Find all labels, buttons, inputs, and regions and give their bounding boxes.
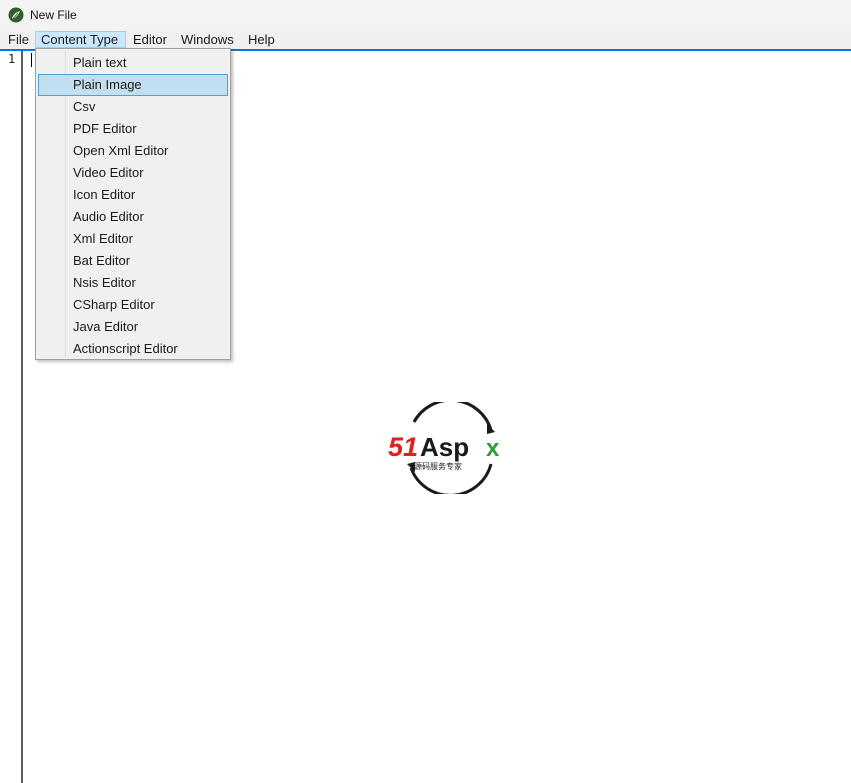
menu-bar: File Content Type Editor Windows Help: [0, 30, 851, 50]
menu-item-icon-editor[interactable]: Icon Editor: [38, 184, 228, 206]
logo-text-51: 51: [388, 432, 418, 462]
menu-windows[interactable]: Windows: [176, 31, 239, 48]
menu-editor[interactable]: Editor: [128, 31, 172, 48]
menu-content-type[interactable]: Content Type: [35, 31, 126, 48]
window-title: New File: [30, 8, 77, 22]
menu-item-pdf-editor[interactable]: PDF Editor: [38, 118, 228, 140]
menu-item-audio-editor[interactable]: Audio Editor: [38, 206, 228, 228]
app-icon: [8, 7, 24, 23]
menu-file[interactable]: File: [3, 31, 34, 48]
menu-item-open-xml-editor[interactable]: Open Xml Editor: [38, 140, 228, 162]
menu-item-plain-text[interactable]: Plain text: [38, 52, 228, 74]
line-number: 1: [8, 52, 16, 66]
logo-text-x: x: [486, 435, 500, 462]
menu-item-xml-editor[interactable]: Xml Editor: [38, 228, 228, 250]
line-number-gutter: [0, 51, 23, 783]
menu-help[interactable]: Help: [243, 31, 280, 48]
logo-text-asp: Asp: [420, 432, 469, 462]
menu-item-csv[interactable]: Csv: [38, 96, 228, 118]
menu-item-csharp-editor[interactable]: CSharp Editor: [38, 294, 228, 316]
menu-item-plain-image[interactable]: Plain Image: [38, 74, 228, 96]
menu-item-actionscript-editor[interactable]: Actionscript Editor: [38, 338, 228, 360]
menu-item-java-editor[interactable]: Java Editor: [38, 316, 228, 338]
menu-item-nsis-editor[interactable]: Nsis Editor: [38, 272, 228, 294]
logo-tagline: 源码服务专家: [414, 461, 462, 471]
content-type-dropdown: Plain text Plain Image Csv PDF Editor Op…: [35, 48, 231, 360]
menu-item-video-editor[interactable]: Video Editor: [38, 162, 228, 184]
watermark-logo: 51 Asp x 源码服务专家: [388, 402, 500, 494]
title-bar: New File: [0, 0, 851, 30]
menu-item-bat-editor[interactable]: Bat Editor: [38, 250, 228, 272]
